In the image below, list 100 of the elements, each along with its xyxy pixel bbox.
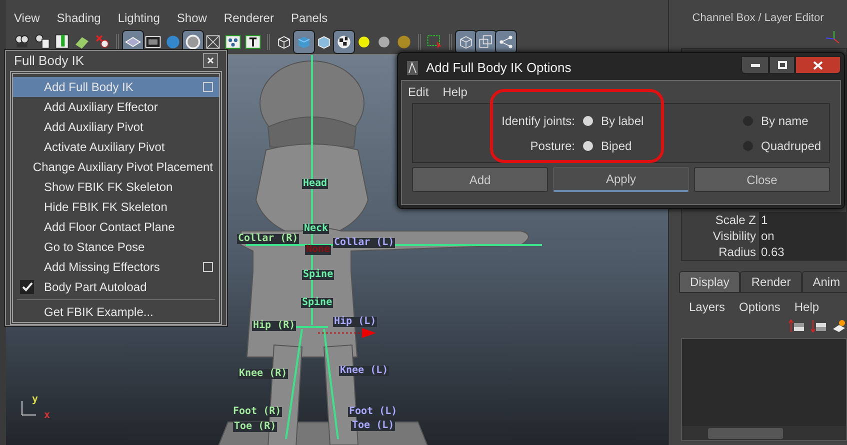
menu-item-label: Hide FBIK FK Skeleton bbox=[44, 198, 168, 216]
maximize-button[interactable] bbox=[769, 56, 795, 74]
joint-label: Spine bbox=[301, 298, 334, 308]
menu-item[interactable]: Panels bbox=[290, 9, 328, 27]
menu-item[interactable]: Add Missing Effectors bbox=[13, 256, 219, 276]
joint-label: Collar (R) bbox=[237, 234, 300, 244]
menu-item-label: Add Full Body IK bbox=[44, 78, 134, 96]
joint-label: Hip (L) bbox=[333, 317, 378, 327]
joint-label: Toe (L) bbox=[351, 421, 396, 431]
menu-item[interactable]: Show FBIK FK Skeleton bbox=[13, 176, 219, 196]
close-button[interactable] bbox=[203, 53, 218, 68]
text-icon bbox=[244, 33, 262, 51]
channel-name: Radius bbox=[718, 244, 757, 260]
scrollbar-thumb[interactable] bbox=[708, 428, 783, 438]
joint-label: Head bbox=[302, 179, 328, 189]
manipulator-arrow bbox=[318, 328, 376, 338]
menu-item[interactable]: Options bbox=[739, 298, 780, 317]
menu-item[interactable]: Go to Stance Pose bbox=[13, 236, 219, 256]
menu-item[interactable]: Edit bbox=[408, 83, 429, 101]
field-label: Posture: bbox=[529, 138, 576, 155]
menu-item[interactable]: Renderer bbox=[224, 9, 274, 27]
option-box[interactable] bbox=[203, 82, 213, 92]
axis-icon bbox=[825, 30, 841, 44]
axis-label: x bbox=[44, 411, 50, 421]
joint-label: Toe (R) bbox=[233, 422, 278, 432]
menu-item-label: Activate Auxiliary Pivot bbox=[44, 138, 166, 156]
joint-label: None bbox=[305, 245, 332, 255]
dialog-button[interactable]: Apply bbox=[553, 167, 689, 192]
menu-item[interactable]: Hide FBIK FK Skeleton bbox=[13, 196, 219, 216]
channel-name: Scale Z bbox=[714, 212, 757, 229]
menu-item[interactable]: Help bbox=[442, 83, 468, 101]
field-label: Identify joints: bbox=[500, 113, 576, 130]
window-title: Add Full Body IK Options bbox=[426, 59, 572, 78]
menu-item-label: Show FBIK FK Skeleton bbox=[44, 178, 174, 196]
tab[interactable]: Display bbox=[679, 271, 740, 293]
menu-item[interactable]: Body Part Autoload bbox=[13, 276, 219, 296]
joint-label: Knee (L) bbox=[339, 366, 390, 376]
minimize-button[interactable] bbox=[741, 56, 769, 74]
radio-button[interactable]: Quadruped bbox=[743, 137, 829, 155]
panel-title: Channel Box / Layer Editor bbox=[692, 10, 824, 26]
dialog-button[interactable]: Add bbox=[412, 167, 548, 192]
layer-up-icon[interactable] bbox=[789, 319, 805, 333]
joint-label: Knee (R) bbox=[238, 369, 288, 379]
axis-label: y bbox=[32, 395, 38, 405]
radio-button[interactable]: By name bbox=[743, 112, 829, 130]
menu-item[interactable]: Lighting bbox=[118, 9, 160, 27]
circle-icon bbox=[184, 33, 202, 51]
cube-icon bbox=[457, 33, 475, 51]
menu-item[interactable]: Add Floor Contact Plane bbox=[13, 216, 219, 236]
maximize-icon bbox=[778, 61, 786, 69]
close-icon bbox=[813, 60, 823, 70]
camera-list-icon bbox=[33, 33, 51, 51]
menu-item[interactable]: View bbox=[14, 9, 40, 27]
menu-item[interactable]: Show bbox=[176, 9, 207, 27]
menu-item[interactable]: Change Auxiliary Pivot Placement bbox=[13, 156, 219, 176]
menu-item[interactable]: Help bbox=[794, 298, 820, 317]
menu-item-label: Get FBIK Example... bbox=[44, 304, 154, 320]
share-icon bbox=[497, 33, 515, 51]
menu-item-label: Add Floor Contact Plane bbox=[44, 218, 176, 236]
menu-item-label: Add Auxiliary Effector bbox=[44, 98, 159, 116]
menu-item[interactable]: Shading bbox=[56, 9, 101, 27]
dots-icon bbox=[224, 33, 242, 51]
toolbar-button[interactable] bbox=[334, 31, 354, 53]
checker-sphere-icon bbox=[335, 33, 353, 51]
channel-value[interactable]: 0.63 bbox=[759, 244, 846, 260]
selection-icon bbox=[426, 33, 444, 51]
menu-item[interactable]: Add Auxiliary Effector bbox=[13, 96, 219, 116]
toolbar-button[interactable] bbox=[496, 31, 516, 53]
menu-item-label: Body Part Autoload bbox=[44, 278, 148, 296]
menu-item-label: Add Auxiliary Pivot bbox=[44, 118, 144, 136]
new-layer-icon[interactable] bbox=[833, 319, 845, 333]
menu-item-label: Add Missing Effectors bbox=[44, 258, 161, 276]
channel-value[interactable]: 1 bbox=[759, 212, 846, 228]
joint-label: Foot (R) bbox=[232, 407, 282, 417]
sphere-icon bbox=[164, 33, 182, 51]
horizontal-scrollbar[interactable] bbox=[682, 426, 846, 440]
minimize-icon bbox=[750, 64, 760, 66]
tab[interactable]: Render bbox=[740, 271, 802, 293]
dialog-button[interactable]: Close bbox=[694, 167, 830, 192]
menu-item[interactable]: Get FBIK Example... bbox=[13, 302, 219, 322]
joint-label: Hip (R) bbox=[252, 321, 296, 331]
channel-value[interactable]: on bbox=[759, 228, 846, 244]
toolbar-button[interactable] bbox=[476, 31, 496, 53]
menu-item-label: Go to Stance Pose bbox=[44, 238, 146, 256]
joint-label: Neck bbox=[303, 224, 330, 234]
app-icon bbox=[407, 61, 418, 75]
menu-item[interactable]: Layers bbox=[689, 298, 726, 317]
joint-label: Collar (L) bbox=[333, 238, 396, 248]
wireframe-cube-icon bbox=[275, 33, 293, 51]
layer-down-icon[interactable] bbox=[811, 319, 827, 333]
radio-button[interactable]: By label bbox=[583, 112, 673, 130]
radio-button[interactable]: Biped bbox=[583, 137, 673, 155]
menu-item[interactable]: Activate Auxiliary Pivot bbox=[13, 136, 219, 156]
menu-item-label: Change Auxiliary Pivot Placement bbox=[32, 158, 213, 176]
joint-label: Foot (L) bbox=[348, 407, 398, 417]
tab[interactable]: Anim bbox=[802, 271, 847, 293]
menu-item[interactable]: Add Auxiliary Pivot bbox=[13, 116, 219, 136]
toolbar-button[interactable] bbox=[456, 31, 476, 53]
option-box[interactable] bbox=[203, 262, 213, 272]
close-button[interactable] bbox=[795, 56, 841, 74]
